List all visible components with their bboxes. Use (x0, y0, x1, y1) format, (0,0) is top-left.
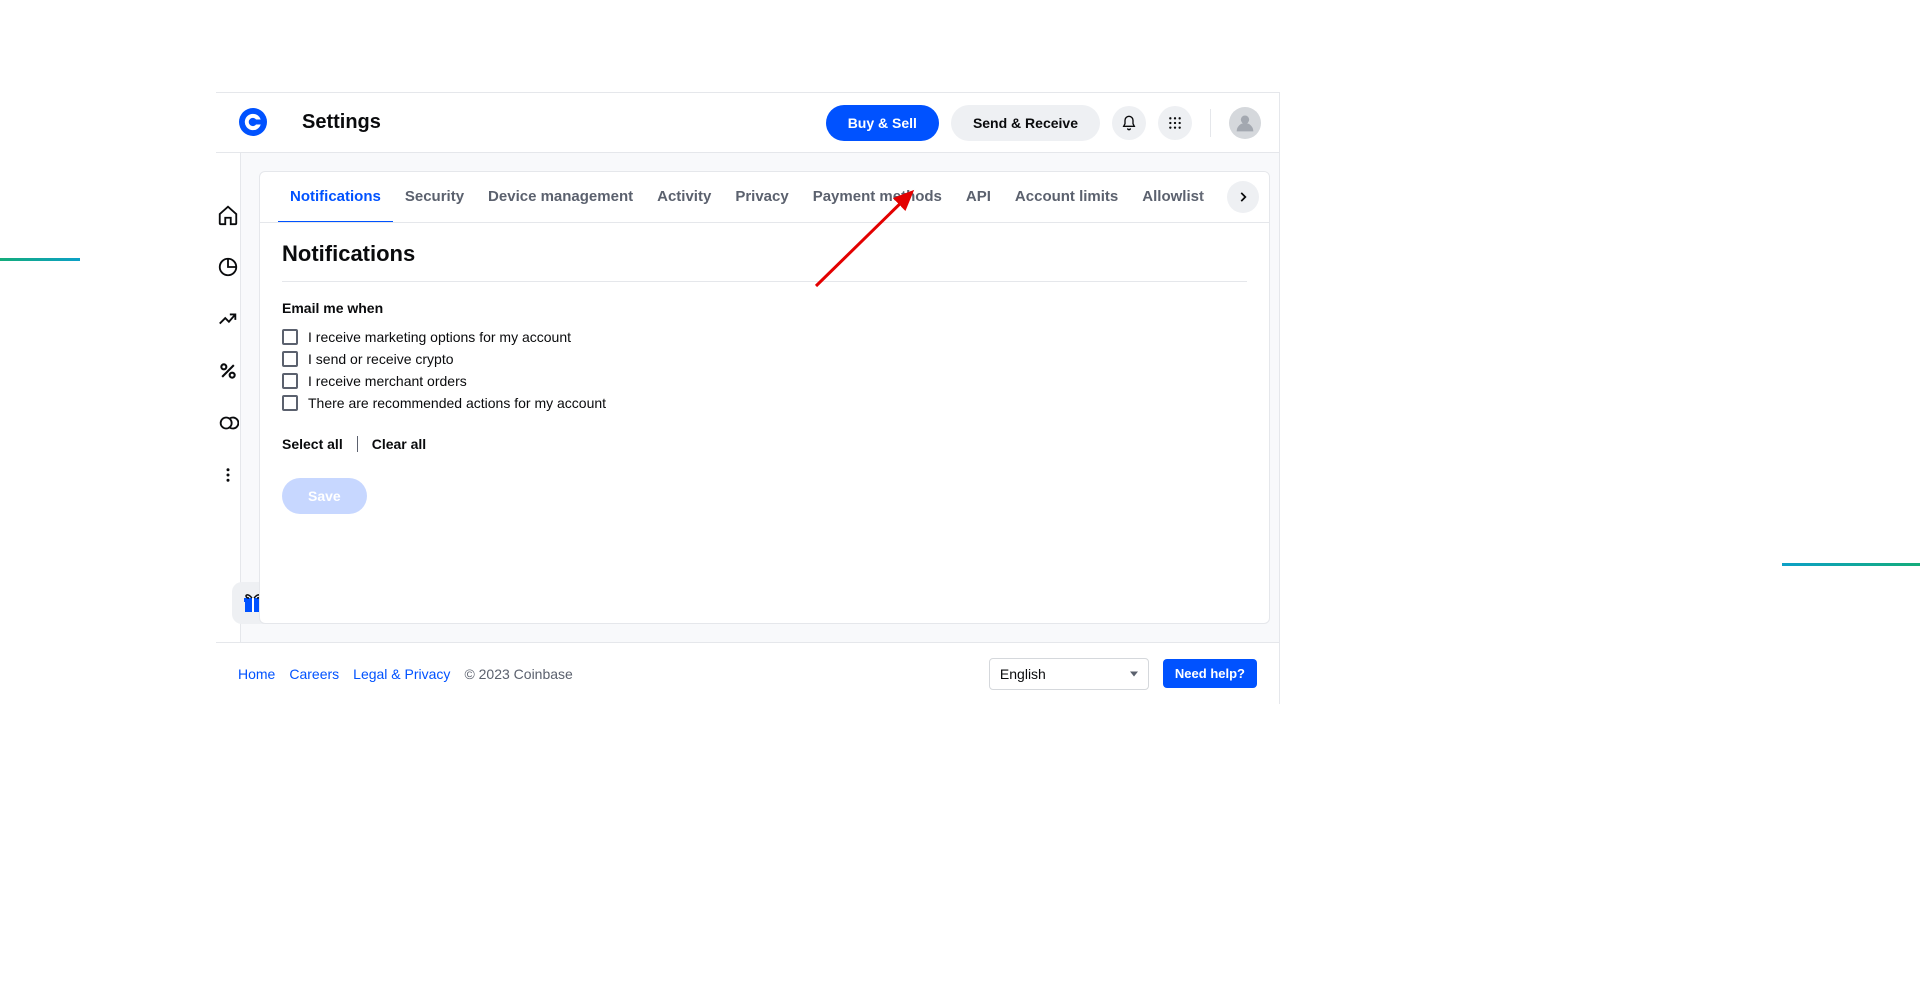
tabs-scroll-right-button[interactable] (1227, 181, 1259, 213)
page-title: Settings (302, 111, 381, 134)
send-receive-button[interactable]: Send & Receive (951, 105, 1100, 141)
pie-icon (217, 256, 239, 278)
sidebar-home[interactable] (216, 203, 240, 227)
select-all-link[interactable]: Select all (282, 436, 343, 452)
checkbox[interactable] (282, 329, 298, 345)
language-select[interactable]: English (989, 658, 1149, 690)
notifications-bell-button[interactable] (1112, 106, 1146, 140)
percent-icon (218, 361, 238, 381)
buy-sell-button[interactable]: Buy & Sell (826, 105, 939, 141)
footer: Home Careers Legal & Privacy © 2023 Coin… (216, 642, 1279, 704)
top-bar: Settings Buy & Sell Send & Receive (216, 93, 1279, 153)
option-label: There are recommended actions for my acc… (308, 395, 606, 411)
circle-arrow-icon (217, 412, 239, 434)
tab-device-management[interactable]: Device management (476, 172, 645, 222)
tab-security[interactable]: Security (393, 172, 476, 222)
decorative-gradient-right (1782, 563, 1920, 566)
notification-option-row: I send or receive crypto (282, 348, 1247, 370)
apps-grid-icon (1168, 116, 1182, 130)
tab-activity[interactable]: Activity (645, 172, 723, 222)
checkbox[interactable] (282, 351, 298, 367)
footer-link-careers[interactable]: Careers (289, 666, 339, 682)
decorative-gradient-left (0, 258, 80, 261)
tab-privacy[interactable]: Privacy (723, 172, 800, 222)
option-label: I send or receive crypto (308, 351, 454, 367)
sidebar-learn[interactable] (216, 411, 240, 435)
more-vertical-icon (219, 466, 237, 484)
sidebar-earn[interactable] (216, 359, 240, 383)
help-button[interactable]: Need help? (1163, 659, 1257, 688)
tabs-row: NotificationsSecurityDevice managementAc… (260, 172, 1269, 222)
divider (357, 436, 358, 452)
apps-grid-button[interactable] (1158, 106, 1192, 140)
notification-option-row: There are recommended actions for my acc… (282, 392, 1247, 414)
tab-allowlist[interactable]: Allowlist (1130, 172, 1216, 222)
sidebar-trade[interactable] (216, 307, 240, 331)
sidebar-nav (216, 153, 241, 642)
coinbase-logo-icon (239, 108, 267, 136)
chevron-right-icon (1236, 190, 1250, 204)
tabs-container: NotificationsSecurityDevice managementAc… (260, 172, 1269, 223)
divider (1210, 109, 1211, 137)
settings-card: NotificationsSecurityDevice managementAc… (259, 171, 1270, 624)
notification-option-row: I receive merchant orders (282, 370, 1247, 392)
notification-option-row: I receive marketing options for my accou… (282, 326, 1247, 348)
tab-api[interactable]: API (954, 172, 1003, 222)
tab-notifications[interactable]: Notifications (278, 172, 393, 222)
sidebar-more[interactable] (216, 463, 240, 487)
trend-up-icon (217, 308, 239, 330)
home-icon (217, 204, 239, 226)
tab-payment-methods[interactable]: Payment methods (801, 172, 954, 222)
checkbox[interactable] (282, 373, 298, 389)
footer-copyright: © 2023 Coinbase (464, 666, 572, 682)
footer-link-home[interactable]: Home (238, 666, 275, 682)
option-group-label: Email me when (282, 300, 1247, 316)
save-button[interactable]: Save (282, 478, 367, 514)
section-heading: Notifications (282, 241, 1247, 282)
footer-link-legal[interactable]: Legal & Privacy (353, 666, 450, 682)
main-content: NotificationsSecurityDevice managementAc… (241, 153, 1280, 642)
app-window: Settings Buy & Sell Send & Receive (216, 92, 1280, 704)
brand-logo[interactable] (216, 92, 290, 152)
option-label: I receive merchant orders (308, 373, 467, 389)
option-label: I receive marketing options for my accou… (308, 329, 571, 345)
sidebar-assets[interactable] (216, 255, 240, 279)
user-avatar[interactable] (1229, 107, 1261, 139)
bell-icon (1121, 115, 1137, 131)
bulk-select-row: Select all Clear all (282, 436, 1247, 452)
options-list: I receive marketing options for my accou… (282, 326, 1247, 414)
clear-all-link[interactable]: Clear all (372, 436, 426, 452)
checkbox[interactable] (282, 395, 298, 411)
tab-account-limits[interactable]: Account limits (1003, 172, 1130, 222)
avatar-icon (1235, 113, 1255, 133)
